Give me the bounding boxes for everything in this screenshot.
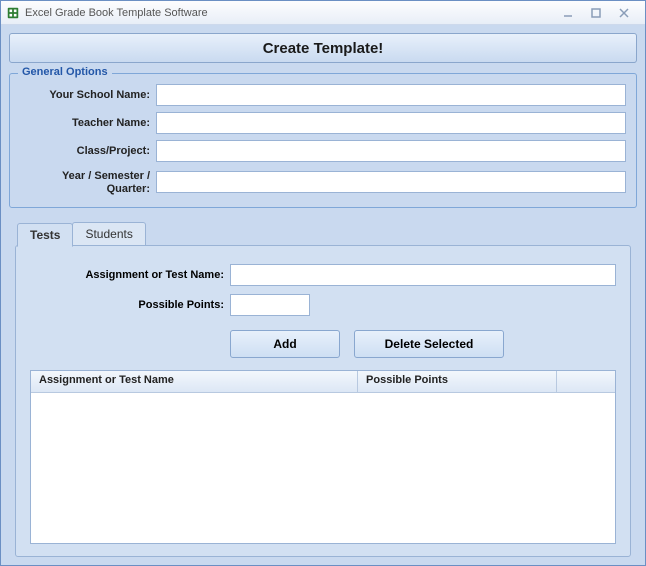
minimize-button[interactable] xyxy=(561,6,575,20)
app-icon xyxy=(5,5,21,21)
listview-body[interactable] xyxy=(31,393,615,543)
delete-selected-button[interactable]: Delete Selected xyxy=(354,330,504,358)
window-controls xyxy=(561,6,641,20)
possible-points-input[interactable] xyxy=(230,294,310,316)
assignment-name-input[interactable] xyxy=(230,264,616,286)
year-semester-input[interactable] xyxy=(156,171,626,193)
column-assignment-name[interactable]: Assignment or Test Name xyxy=(31,371,358,392)
tabs-container: Tests Students Assignment or Test Name: … xyxy=(9,222,637,557)
teacher-name-label: Teacher Name: xyxy=(20,117,150,130)
create-template-button[interactable]: Create Template! xyxy=(9,33,637,63)
column-possible-points[interactable]: Possible Points xyxy=(358,371,557,392)
column-spacer xyxy=(557,371,615,392)
class-project-label: Class/Project: xyxy=(20,145,150,158)
client-area: Create Template! General Options Your Sc… xyxy=(1,25,645,565)
window-title: Excel Grade Book Template Software xyxy=(25,7,561,19)
app-window: Excel Grade Book Template Software Creat… xyxy=(0,0,646,566)
teacher-name-input[interactable] xyxy=(156,112,626,134)
tab-tests[interactable]: Tests xyxy=(17,223,73,247)
assignments-listview[interactable]: Assignment or Test Name Possible Points xyxy=(30,370,616,544)
general-options-group: General Options Your School Name: Teache… xyxy=(9,73,637,208)
year-semester-label: Year / Semester / Quarter: xyxy=(20,168,150,195)
tests-panel: Assignment or Test Name: Possible Points… xyxy=(15,245,631,557)
school-name-label: Your School Name: xyxy=(20,89,150,102)
general-options-legend: General Options xyxy=(18,66,112,78)
tab-students[interactable]: Students xyxy=(72,222,145,245)
tabstrip: Tests Students xyxy=(17,222,631,245)
class-project-input[interactable] xyxy=(156,140,626,162)
add-button[interactable]: Add xyxy=(230,330,340,358)
titlebar: Excel Grade Book Template Software xyxy=(1,1,645,25)
close-button[interactable] xyxy=(617,6,631,20)
maximize-button[interactable] xyxy=(589,6,603,20)
possible-points-label: Possible Points: xyxy=(30,299,230,311)
listview-header: Assignment or Test Name Possible Points xyxy=(31,371,615,393)
school-name-input[interactable] xyxy=(156,84,626,106)
assignment-name-label: Assignment or Test Name: xyxy=(30,269,230,281)
